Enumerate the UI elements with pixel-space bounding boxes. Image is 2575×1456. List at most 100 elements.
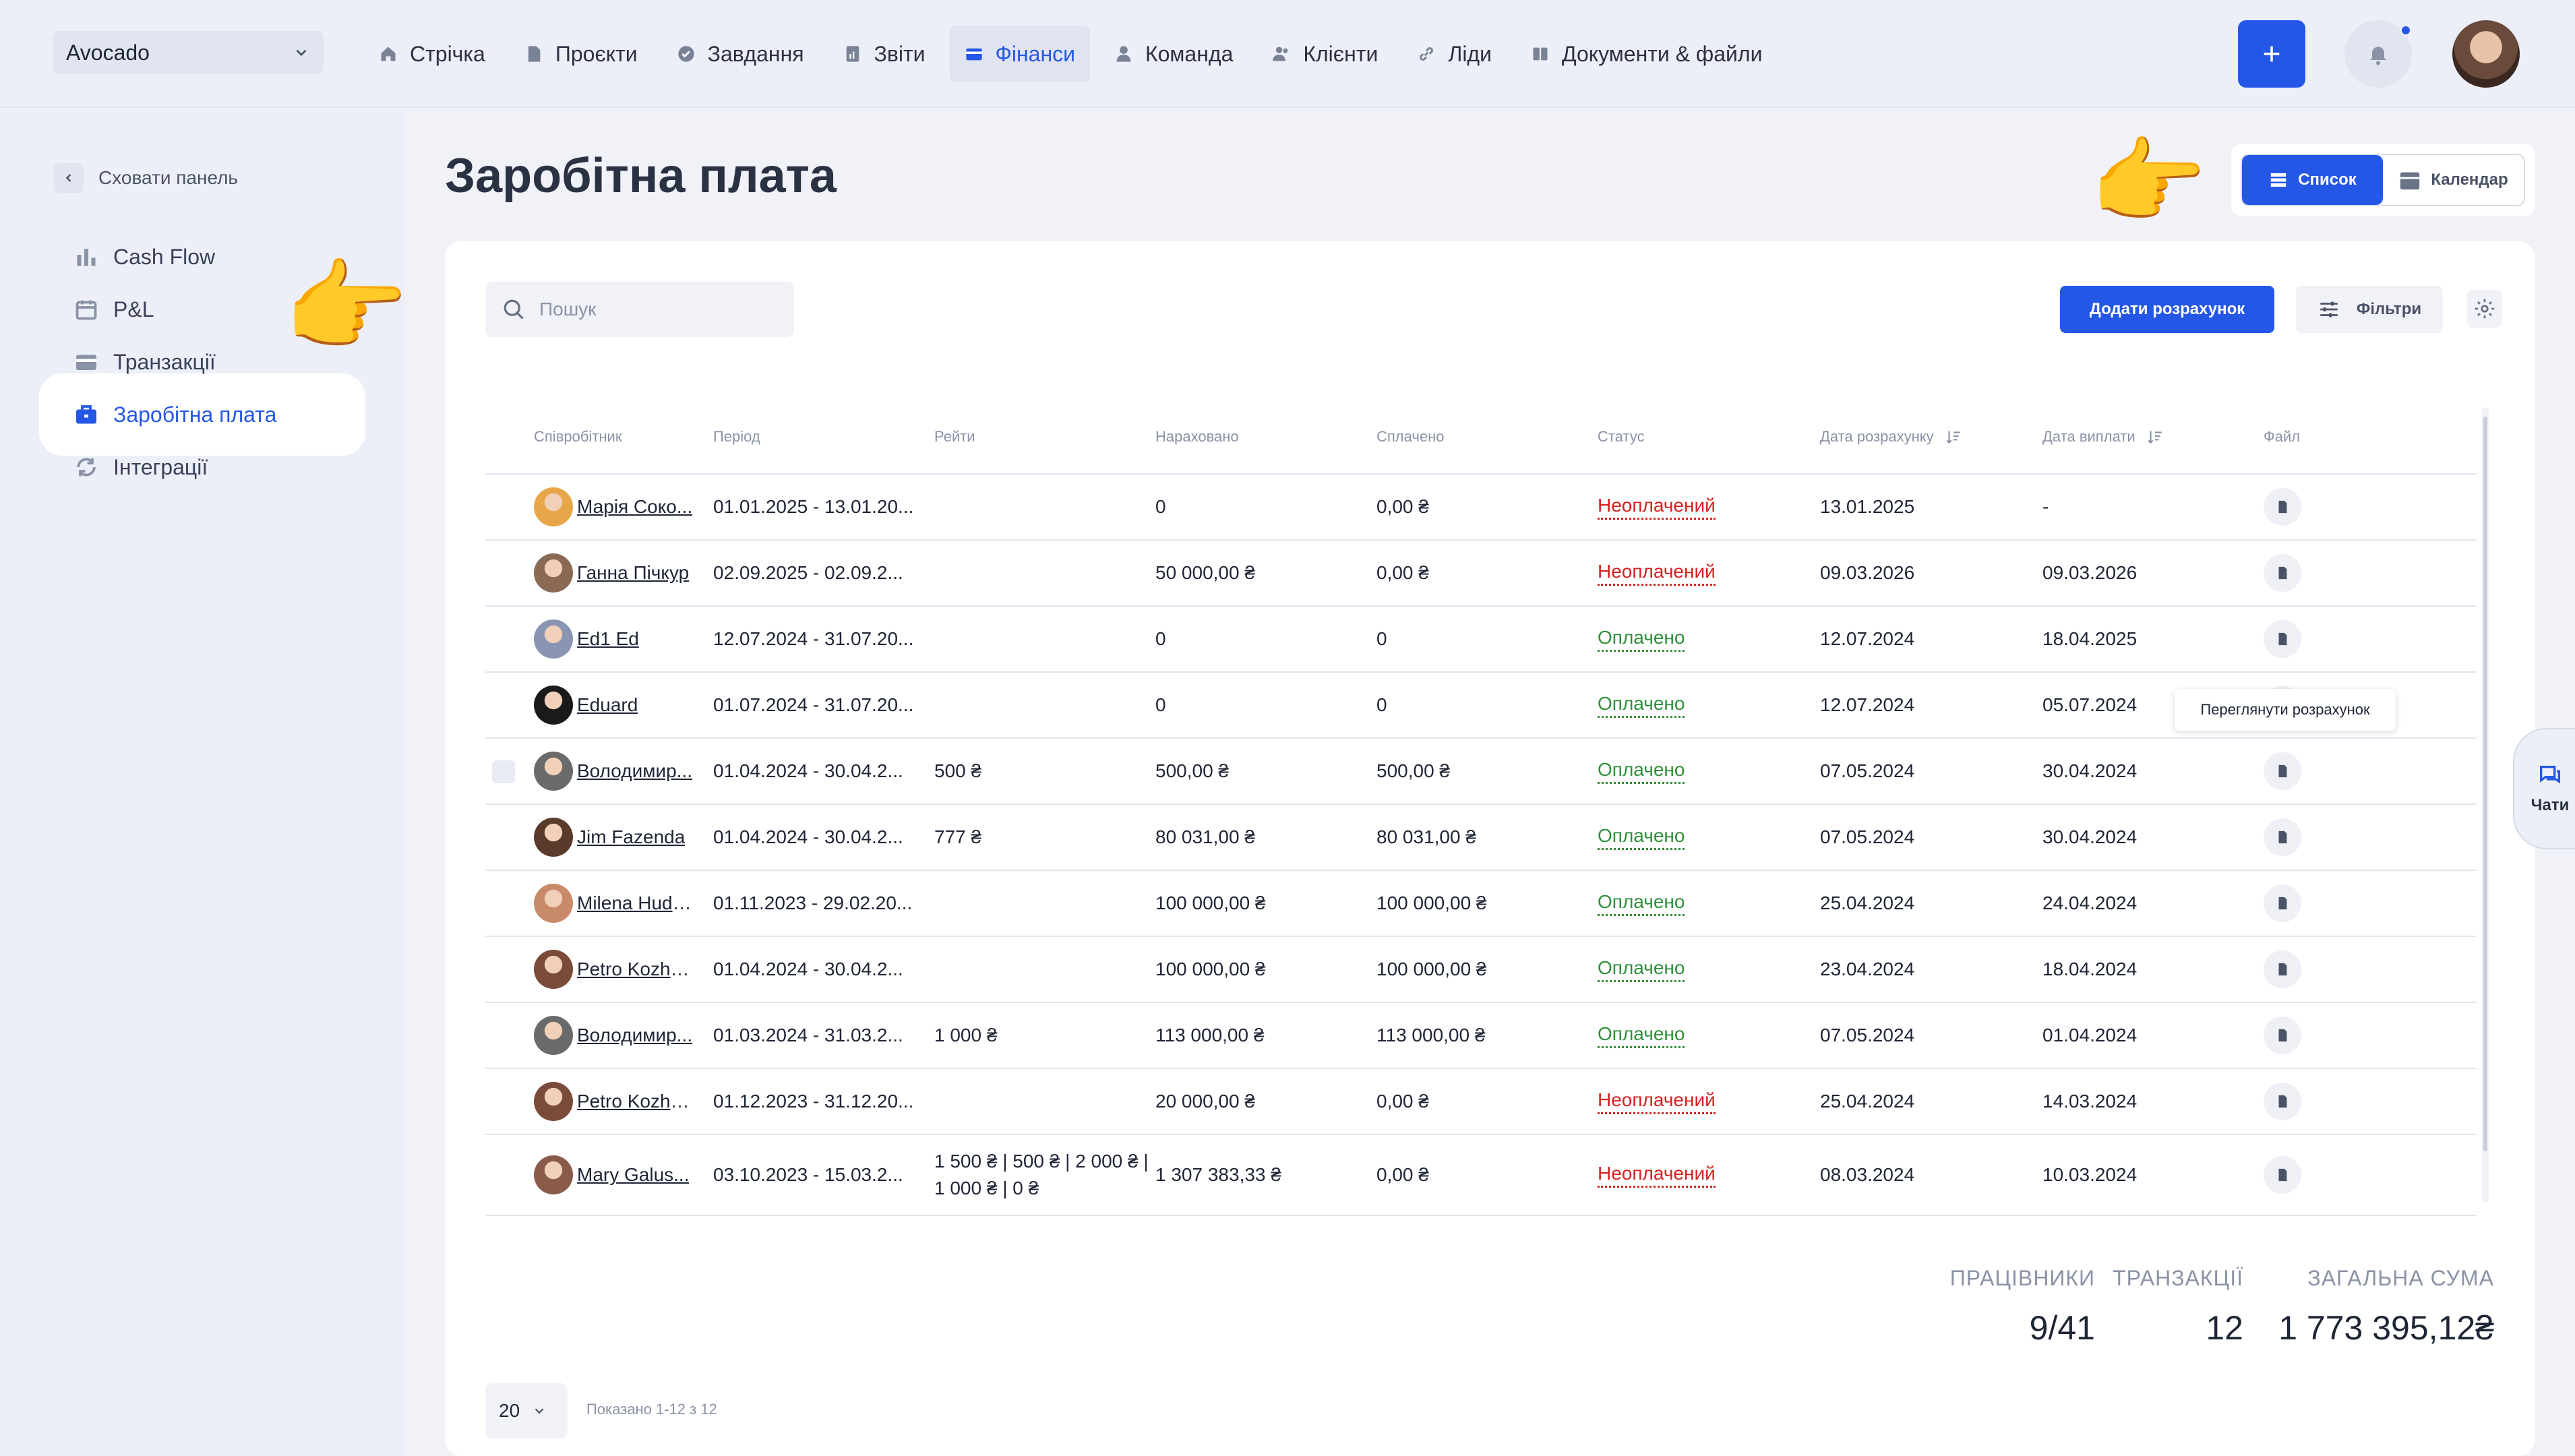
table-row[interactable]: Ганна Пічкур 02.09.2025 - 02.09.2... 50 00… <box>485 541 2477 607</box>
nav-item-leads[interactable]: Ліди <box>1402 26 1507 82</box>
table-settings-button[interactable] <box>2467 290 2502 328</box>
view-file-button[interactable] <box>2264 752 2301 790</box>
column-header-pay-date[interactable]: Дата виплати <box>2042 399 2164 475</box>
status-badge[interactable]: Оплачено <box>1598 825 1685 850</box>
employee-name-link[interactable]: Petro Kozhe... <box>577 959 696 980</box>
employee-cell[interactable]: Ганна Пічкур <box>534 541 689 605</box>
employee-cell[interactable]: Eduard <box>534 673 638 737</box>
notification-badge <box>2400 24 2412 36</box>
status-badge[interactable]: Оплачено <box>1598 693 1685 718</box>
employee-name-link[interactable]: Jim Fazenda <box>577 826 685 848</box>
employee-name-link[interactable]: Ганна Пічкур <box>577 562 689 584</box>
view-file-button[interactable] <box>2264 884 2301 922</box>
status-badge[interactable]: Неоплачений <box>1598 495 1716 520</box>
view-file-button[interactable] <box>2264 620 2301 658</box>
nav-item-feed[interactable]: Стрічка <box>364 26 500 82</box>
period-cell: 01.04.2024 - 30.04.2... <box>713 959 903 979</box>
view-file-button[interactable] <box>2264 1083 2301 1120</box>
employee-cell[interactable]: Petro Kozhe... <box>534 937 696 1002</box>
nav-item-tasks[interactable]: Завдання <box>662 26 819 82</box>
table-row[interactable]: Марія Соко... 01.01.2025 - 13.01.20... 0 0,… <box>485 475 2477 541</box>
table-row[interactable]: Petro Kozhe... 01.12.2023 - 31.12.20... 20… <box>485 1069 2477 1135</box>
view-file-button[interactable] <box>2264 818 2301 856</box>
employee-cell[interactable]: Володимир... <box>534 739 692 803</box>
employee-cell[interactable]: Ed1 Ed <box>534 607 639 671</box>
user-avatar[interactable] <box>2452 20 2520 88</box>
chats-tab[interactable]: Чати <box>2513 728 2575 849</box>
filters-button[interactable]: Фільтри <box>2296 286 2443 333</box>
sidebar-item-payroll[interactable]: Заробітна плата <box>54 388 351 441</box>
employee-cell[interactable]: Petro Kozhe... <box>534 1069 696 1134</box>
add-new-button[interactable] <box>2238 20 2305 88</box>
employee-name-link[interactable]: Марія Соко... <box>577 496 692 518</box>
nav-item-projects[interactable]: Проєкти <box>510 26 653 82</box>
nav-label: Фінанси <box>995 41 1075 66</box>
view-file-button[interactable] <box>2264 1017 2301 1054</box>
column-header-accrued[interactable]: Нараховано <box>1155 399 1239 475</box>
employee-cell[interactable]: Mary Galus... <box>534 1135 689 1215</box>
scrollbar-thumb[interactable] <box>2483 417 2487 1151</box>
employee-name-link[interactable]: Milena Huds... <box>577 892 696 914</box>
employee-name-link[interactable]: Eduard <box>577 694 638 716</box>
file-cell <box>2264 607 2301 671</box>
nav-item-clients[interactable]: Клієнти <box>1257 26 1393 82</box>
status-badge[interactable]: Оплачено <box>1598 957 1685 982</box>
row-checkbox[interactable] <box>492 760 515 783</box>
column-header-paid[interactable]: Сплачено <box>1376 399 1444 475</box>
nav-item-finance[interactable]: Фінанси <box>949 26 1090 82</box>
employee-cell[interactable]: Володимир... <box>534 1003 692 1068</box>
nav-item-reports[interactable]: Звіти <box>828 26 940 82</box>
employee-name-link[interactable]: Володимир... <box>577 760 692 782</box>
employee-avatar <box>534 884 573 923</box>
calendar-icon <box>2400 172 2420 190</box>
status-badge[interactable]: Неоплачений <box>1598 1163 1716 1188</box>
employee-cell[interactable]: Milena Huds... <box>534 871 696 936</box>
company-selector[interactable]: Avocado <box>53 31 324 74</box>
search-input[interactable]: Пошук <box>485 282 794 337</box>
paid-cell: 80 031,00 ₴ <box>1376 826 1476 847</box>
summary-transactions: ТРАНЗАКЦІЇ 12 <box>2113 1266 2243 1347</box>
table-row[interactable]: Володимир... 01.04.2024 - 30.04.2... 500 ₴… <box>485 739 2477 805</box>
employee-cell[interactable]: Марія Соко... <box>534 475 692 539</box>
column-header-employee[interactable]: Співробітник <box>534 399 622 475</box>
table-row[interactable]: Ed1 Ed 12.07.2024 - 31.07.20... 0 0 Оплачено… <box>485 607 2477 673</box>
status-badge[interactable]: Оплачено <box>1598 1023 1685 1048</box>
status-badge[interactable]: Неоплачений <box>1598 561 1716 586</box>
column-header-status[interactable]: Статус <box>1598 399 1645 475</box>
status-badge[interactable]: Неоплачений <box>1598 1089 1716 1114</box>
table-row[interactable]: Mary Galus... 03.10.2023 - 15.03.2... 1 50… <box>485 1135 2477 1216</box>
document-icon <box>528 46 541 62</box>
status-badge[interactable]: Оплачено <box>1598 627 1685 652</box>
column-header-period[interactable]: Період <box>713 399 760 475</box>
nav-item-team[interactable]: Команда <box>1099 26 1248 82</box>
view-file-button[interactable] <box>2264 950 2301 988</box>
view-file-button[interactable] <box>2264 554 2301 592</box>
table-row[interactable]: Jim Fazenda 01.04.2024 - 30.04.2... 777 ₴ 8… <box>485 805 2477 871</box>
file-cell <box>2264 1135 2301 1215</box>
sidebar-item-integrations[interactable]: Інтеграції <box>54 441 351 493</box>
employee-name-link[interactable]: Petro Kozhe... <box>577 1091 696 1112</box>
hide-panel-button[interactable]: Сховати панель <box>54 163 238 193</box>
view-file-button[interactable] <box>2264 488 2301 526</box>
employee-name-link[interactable]: Mary Galus... <box>577 1164 689 1186</box>
status-badge[interactable]: Оплачено <box>1598 759 1685 784</box>
page-size-select[interactable]: 20 <box>485 1383 568 1438</box>
list-view-button[interactable]: Список <box>2242 155 2383 205</box>
employee-avatar <box>534 1155 573 1194</box>
table-row[interactable]: Володимир... 01.03.2024 - 31.03.2... 1 000… <box>485 1003 2477 1069</box>
table-row[interactable]: Petro Kozhe... 01.04.2024 - 30.04.2... 100… <box>485 937 2477 1003</box>
status-badge[interactable]: Оплачено <box>1598 891 1685 916</box>
view-file-button[interactable] <box>2264 1156 2301 1194</box>
add-calculation-button[interactable]: Додати розрахунок <box>2060 286 2274 333</box>
table-scrollbar[interactable] <box>2482 407 2489 1203</box>
employee-name-link[interactable]: Ed1 Ed <box>577 628 639 650</box>
nav-item-documents[interactable]: Документи & файли <box>1516 26 1778 82</box>
table-row[interactable]: Milena Huds... 01.11.2023 - 29.02.20... 10… <box>485 871 2477 937</box>
column-header-rates[interactable]: Рейти <box>934 399 975 475</box>
period-cell: 01.11.2023 - 29.02.20... <box>713 892 913 913</box>
employee-cell[interactable]: Jim Fazenda <box>534 805 685 870</box>
column-header-calc-date[interactable]: Дата розрахунку <box>1820 399 1962 475</box>
employee-name-link[interactable]: Володимир... <box>577 1025 692 1046</box>
sort-icon <box>2148 431 2162 444</box>
calendar-view-button[interactable]: Календар <box>2383 155 2524 205</box>
